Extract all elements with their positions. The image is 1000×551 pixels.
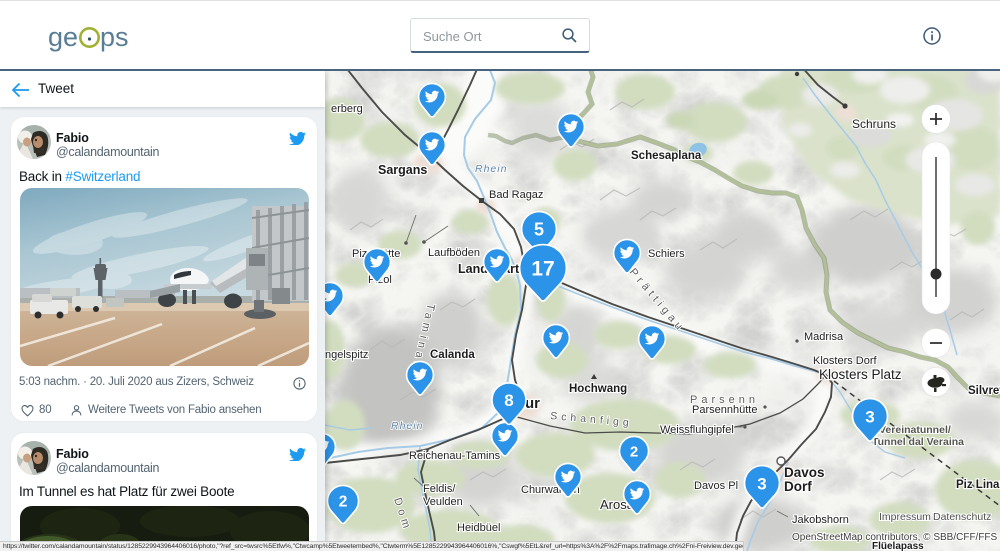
svg-text:Rhein: Rhein bbox=[475, 163, 507, 175]
svg-text:Feldis/: Feldis/ bbox=[423, 483, 456, 495]
svg-text:Jakobshorn: Jakobshorn bbox=[792, 514, 849, 526]
svg-text:Impressum: Impressum bbox=[879, 511, 931, 523]
svg-text:OpenStreetMap contributors, ©: OpenStreetMap contributors, © SBB/CFF/FF… bbox=[792, 532, 998, 543]
svg-text:Dorf: Dorf bbox=[784, 479, 812, 494]
svg-text:erberg: erberg bbox=[331, 103, 363, 115]
svg-text:Davos: Davos bbox=[784, 465, 825, 480]
svg-text:Laufböden: Laufböden bbox=[428, 247, 480, 259]
svg-text:8: 8 bbox=[504, 391, 513, 410]
svg-text:ngelspitz: ngelspitz bbox=[325, 349, 368, 361]
svg-text:Schiers: Schiers bbox=[648, 248, 685, 260]
svg-text:Schruns: Schruns bbox=[852, 117, 896, 131]
svg-text:Veulden: Veulden bbox=[423, 496, 463, 508]
svg-text:Vereinatunnel/: Vereinatunnel/ bbox=[879, 424, 951, 436]
svg-text:Calanda: Calanda bbox=[430, 349, 475, 361]
svg-text:Rhein: Rhein bbox=[391, 420, 423, 432]
svg-text:2: 2 bbox=[630, 444, 638, 461]
svg-text:Davos Pl: Davos Pl bbox=[694, 480, 738, 492]
svg-text:Piz Linar: Piz Linar bbox=[956, 479, 1000, 491]
svg-text:Hochwang: Hochwang bbox=[569, 383, 627, 395]
svg-text:Klosters Dorf: Klosters Dorf bbox=[813, 355, 878, 367]
svg-text:Datenschutz: Datenschutz bbox=[933, 511, 991, 523]
svg-text:Sargans: Sargans bbox=[378, 163, 427, 177]
svg-text:Silvret: Silvret bbox=[968, 385, 1000, 397]
svg-text:2: 2 bbox=[339, 494, 348, 511]
svg-text:Schesaplana: Schesaplana bbox=[631, 150, 702, 162]
svg-text:Reichenau-Tamins: Reichenau-Tamins bbox=[409, 450, 501, 462]
svg-text:3: 3 bbox=[865, 408, 874, 427]
svg-text:Bad Ragaz: Bad Ragaz bbox=[489, 189, 543, 201]
svg-text:Parsenn: Parsenn bbox=[690, 394, 759, 406]
svg-text:3: 3 bbox=[757, 475, 766, 494]
svg-text:Madrisa: Madrisa bbox=[804, 331, 844, 343]
svg-text:Heidbüel: Heidbüel bbox=[457, 522, 500, 534]
svg-text:Weissfluhgipfel: Weissfluhgipfel bbox=[660, 424, 734, 436]
svg-text:ps: ps bbox=[100, 22, 129, 52]
svg-text:ge: ge bbox=[48, 22, 78, 52]
svg-text:5: 5 bbox=[534, 220, 544, 240]
svg-text:Tunnel dal Veraina: Tunnel dal Veraina bbox=[872, 436, 964, 448]
svg-text:17: 17 bbox=[531, 258, 554, 281]
svg-text:Klosters Platz: Klosters Platz bbox=[819, 367, 902, 382]
